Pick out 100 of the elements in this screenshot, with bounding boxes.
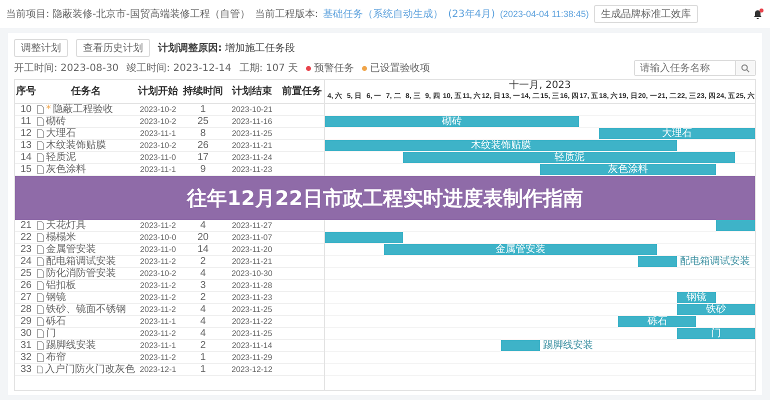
start-date: 2023-11-1	[139, 340, 177, 351]
end-date: 2023-11-22	[230, 316, 274, 327]
end-date: 2023-11-21	[230, 140, 274, 151]
task-title: 布帘	[46, 352, 66, 363]
duration: 1	[199, 104, 207, 115]
bar-label: 大理石	[662, 128, 692, 139]
generate-library-button[interactable]: 生成品牌标准工效库	[594, 5, 698, 23]
bar-label: 门	[710, 328, 721, 339]
start-date: 2023-11-0	[139, 244, 177, 255]
required-mark: *	[46, 104, 51, 115]
start-date: 2023-10-2	[138, 116, 178, 127]
start-date: 2023-10-2	[138, 140, 178, 151]
version-period: (23年4月)	[448, 8, 496, 21]
start-date: 2023-11-2	[139, 292, 177, 303]
duration: 2	[199, 340, 207, 351]
end-date: 2023-12-12	[230, 364, 274, 375]
banner-title: 往年12月22日市政工程实时进度表制作指南	[187, 184, 583, 212]
legend-label: 已设置验收项	[370, 62, 430, 75]
toolbar-button[interactable]: 调整计划	[14, 39, 68, 57]
end-date: 2023-11-29	[230, 352, 274, 363]
row-number: 29	[19, 316, 33, 327]
task-title: 入户门防火门改灰色	[45, 364, 135, 375]
duration: 1	[199, 364, 207, 375]
task-title: 门	[46, 328, 56, 339]
task-bar[interactable]	[638, 256, 677, 267]
adjust-reason: 计划调整原因: 增加施工任务段	[158, 42, 296, 55]
end-date: 2023-11-16	[230, 116, 274, 127]
task-bar[interactable]: 钢镜	[676, 292, 716, 303]
project-label: 当前项目: 隐蔽装修-北京市-国贸高端装修工程（自管）	[6, 8, 250, 21]
duration: 2	[199, 292, 207, 303]
end-date: 2023-11-21	[230, 256, 274, 267]
column-header: 序号	[15, 86, 37, 97]
task-title: 防化消防管安装	[46, 268, 116, 279]
end-date: 2023-11-14	[230, 340, 274, 351]
task-title: 踢脚线安装	[46, 340, 96, 351]
task-bar[interactable]: 砾石	[618, 316, 696, 327]
row-number: 30	[19, 328, 33, 339]
version-name[interactable]: 基础任务（系统自动生成）	[323, 7, 444, 21]
duration: 14	[196, 244, 210, 255]
task-bar[interactable]	[716, 220, 755, 231]
start-date: 2023-10-2	[138, 268, 178, 279]
toolbar-button[interactable]: 查看历史计划	[76, 39, 150, 57]
bar-label: 配电箱调试安装	[680, 256, 750, 267]
bar-label: 踢脚线安装	[543, 340, 593, 351]
task-title: 大理石	[46, 128, 76, 139]
row-number: 10	[19, 104, 33, 115]
task-bar[interactable]	[325, 232, 404, 243]
duration-total: 工期: 107 天	[239, 62, 298, 75]
task-bar[interactable]: 金属管安装	[384, 244, 658, 255]
task-title: 轻质泥	[46, 152, 76, 163]
row-number: 13	[19, 140, 33, 151]
row-number: 15	[19, 164, 33, 175]
task-title: 灰色涂料	[46, 164, 86, 175]
row-number: 23	[19, 244, 33, 255]
version-time: (2023-04-04 11:38:45)	[500, 9, 589, 19]
end-date: 2023-11-27	[230, 220, 274, 231]
task-bar[interactable]: 大理石	[598, 128, 755, 139]
task-bar[interactable]: 门	[676, 328, 755, 339]
search-field[interactable]: 请输入任务名称	[634, 60, 756, 76]
duration: 4	[199, 268, 207, 279]
bar-label: 砌砖	[442, 116, 462, 127]
task-title: 配电箱调试安装	[46, 256, 116, 267]
start-date: 2023-11-2	[139, 256, 177, 267]
duration: 8	[199, 128, 207, 139]
end-date: 2023-11-24	[230, 152, 274, 163]
end-date: 2023-11-23	[230, 292, 274, 303]
start-date: 2023-10-2	[138, 104, 178, 115]
row-number: 28	[19, 304, 33, 315]
task-bar[interactable]: 轻质泥	[403, 152, 736, 163]
duration: 3	[199, 280, 207, 291]
bar-label: 铁砂	[706, 304, 726, 315]
column-header: 计划结束	[230, 86, 273, 97]
start-date: 2023-11-2	[139, 280, 177, 291]
row-number: 21	[19, 220, 33, 231]
task-bar[interactable]: 砌砖	[325, 116, 580, 127]
row-number: 31	[19, 340, 33, 351]
task-bar[interactable]	[500, 340, 540, 351]
row-number: 12	[19, 128, 33, 139]
task-title: 钢镜	[46, 292, 66, 303]
duration: 4	[199, 220, 207, 231]
start-date: 2023-11-2	[139, 328, 177, 339]
search-button[interactable]	[735, 61, 755, 75]
end-date: 2023-10-30	[230, 268, 274, 279]
duration: 2	[199, 256, 207, 267]
task-bar[interactable]: 铁砂	[676, 304, 755, 315]
finish-time: 竣工时间: 2023-12-14	[126, 62, 232, 75]
duration: 1	[199, 352, 207, 363]
column-header: 计划开始	[136, 86, 179, 97]
task-bar[interactable]: 灰色涂料	[540, 164, 716, 175]
start-date: 2023-11-2	[139, 220, 177, 231]
notification-bell-icon[interactable]	[752, 8, 764, 20]
row-number: 14	[19, 152, 33, 163]
duration: 25	[196, 116, 210, 127]
start-date: 2023-11-1	[139, 316, 177, 327]
version-label: 当前工程版本:	[254, 8, 318, 21]
task-bar[interactable]: 木纹装饰贴膜	[325, 140, 677, 151]
bar-label: 砾石	[647, 316, 668, 327]
row-number: 25	[19, 268, 33, 279]
end-date: 2023-10-21	[230, 104, 274, 115]
task-title: 天花灯具	[46, 220, 86, 231]
